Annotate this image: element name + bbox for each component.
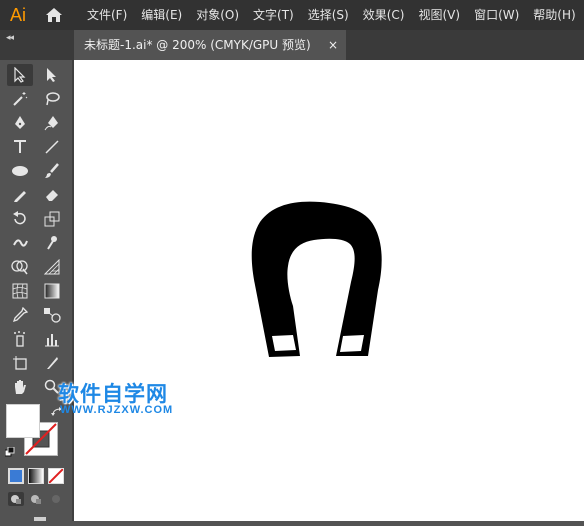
hand-tool-icon[interactable] [7, 376, 33, 398]
draw-normal-icon[interactable] [8, 492, 24, 506]
menu-help[interactable]: 帮助(H) [526, 0, 582, 30]
gradient-mode-button[interactable] [28, 468, 44, 484]
pencil-icon[interactable] [7, 184, 33, 206]
artboard-tool-icon[interactable] [7, 352, 33, 374]
menu-type[interactable]: 文字(T) [246, 0, 301, 30]
menu-effect[interactable]: 效果(C) [356, 0, 412, 30]
mesh-tool-icon[interactable] [7, 280, 33, 302]
scale-tool-icon[interactable] [39, 208, 65, 230]
magnet-pole-left [272, 335, 296, 351]
tab-bar: ◂◂ 未标题-1.ai* @ 200% (CMYK/GPU 预览) × [0, 30, 584, 60]
menu-view[interactable]: 视图(V) [411, 0, 467, 30]
draw-inside-icon[interactable] [48, 492, 64, 506]
pen-tool-icon[interactable] [7, 112, 33, 134]
none-mode-button[interactable] [48, 468, 64, 484]
gradient-tool-icon[interactable] [39, 280, 65, 302]
menu-object[interactable]: 对象(O) [189, 0, 246, 30]
document-tab-title: 未标题-1.ai* @ 200% (CMYK/GPU 预览) [84, 38, 311, 52]
lasso-icon[interactable] [39, 88, 65, 110]
panel-collapse-icon[interactable]: ◂◂ [6, 32, 14, 43]
direct-selection-tool-icon[interactable] [39, 64, 65, 86]
draw-behind-icon[interactable] [28, 492, 44, 506]
artboard-canvas[interactable] [74, 60, 584, 521]
curvature-tool-icon[interactable] [39, 112, 65, 134]
color-mode-button[interactable] [8, 468, 24, 484]
selection-tool-icon[interactable] [7, 64, 33, 86]
app-logo: Ai [9, 4, 26, 25]
eyedropper-icon[interactable] [7, 304, 33, 326]
type-tool-icon[interactable] [7, 136, 33, 158]
warp-tool-icon[interactable] [7, 232, 33, 254]
menu-file[interactable]: 文件(F) [80, 0, 134, 30]
document-tab[interactable]: 未标题-1.ai* @ 200% (CMYK/GPU 预览) × [74, 30, 346, 60]
close-icon[interactable]: × [328, 30, 338, 60]
symbol-sprayer-icon[interactable] [7, 328, 33, 350]
fill-swatch[interactable] [6, 404, 40, 438]
slice-tool-icon[interactable] [39, 352, 65, 374]
blend-tool-icon[interactable] [39, 304, 65, 326]
puppet-warp-icon[interactable] [39, 232, 65, 254]
shape-builder-icon[interactable] [7, 256, 33, 278]
watermark-url: WWW.RJZXW.COM [60, 404, 174, 416]
paintbrush-icon[interactable] [39, 160, 65, 182]
ellipse-tool-icon[interactable] [7, 160, 33, 182]
eraser-icon[interactable] [39, 184, 65, 206]
column-graph-icon[interactable] [39, 328, 65, 350]
watermark: 软件自学网 WWW.RJZXW.COM [54, 378, 214, 420]
magic-wand-icon[interactable] [7, 88, 33, 110]
magnet-artwork[interactable] [74, 60, 584, 521]
screen-mode-icon[interactable] [34, 517, 46, 521]
rotate-tool-icon[interactable] [7, 208, 33, 230]
menu-edit[interactable]: 编辑(E) [134, 0, 189, 30]
menu-window[interactable]: 窗口(W) [467, 0, 526, 30]
menu-bar: Ai 文件(F) 编辑(E) 对象(O) 文字(T) 选择(S) 效果(C) 视… [0, 0, 584, 30]
default-colors-icon[interactable] [4, 444, 15, 457]
perspective-grid-icon[interactable] [39, 256, 65, 278]
magnet-shape [251, 201, 382, 357]
menu-select[interactable]: 选择(S) [301, 0, 356, 30]
line-tool-icon[interactable] [39, 136, 65, 158]
home-icon[interactable] [36, 0, 72, 30]
magnet-pole-right [340, 335, 364, 352]
tools-panel [0, 60, 74, 521]
